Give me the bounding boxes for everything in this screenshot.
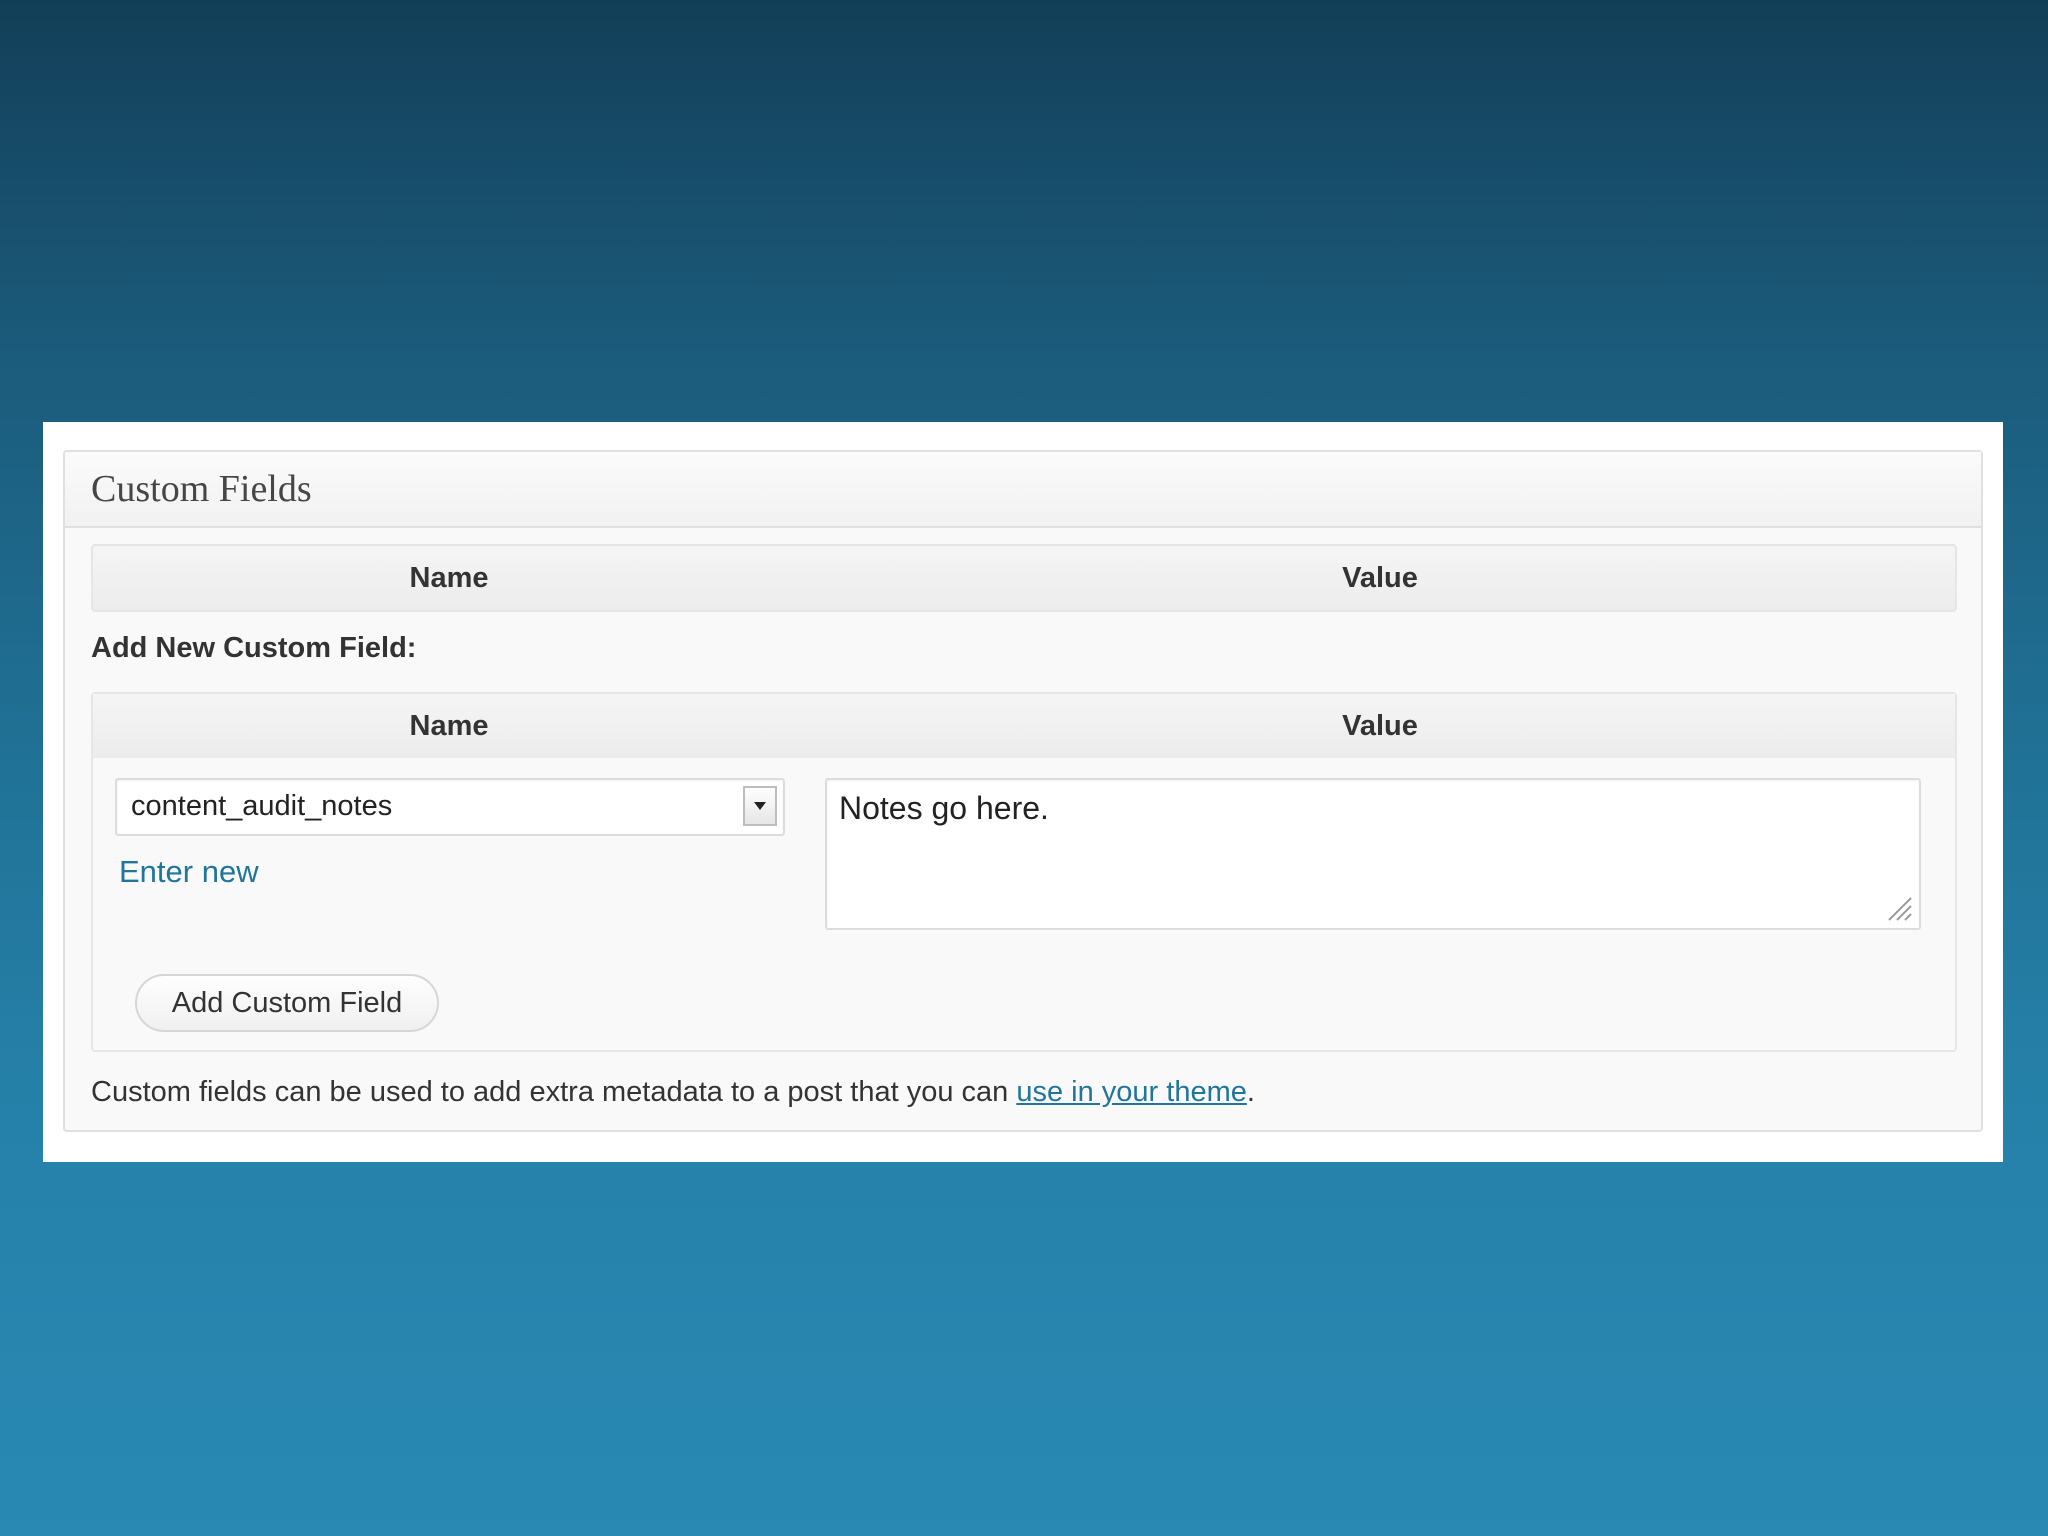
new-value-column-header: Value (1342, 710, 1418, 742)
add-custom-field-button[interactable]: Add Custom Field (135, 974, 439, 1032)
enter-new-link[interactable]: Enter new (119, 854, 259, 890)
chevron-down-icon[interactable] (743, 786, 777, 826)
footer-text: Custom fields can be used to add extra m… (91, 1076, 1009, 1108)
resize-grip-icon[interactable] (1885, 894, 1913, 922)
slide-card: Custom Fields Name Value Add New Custom … (43, 422, 2003, 1162)
existing-fields-table-header: Name Value (91, 544, 1957, 612)
meta-value-text: Notes go here. (839, 790, 1049, 826)
postbox-header: Custom Fields (65, 452, 1981, 528)
meta-key-selected-value: content_audit_notes (131, 790, 393, 822)
meta-key-select[interactable]: content_audit_notes (115, 778, 785, 836)
use-in-your-theme-link[interactable]: use in your theme (1016, 1076, 1247, 1108)
add-new-table-header: Name Value (93, 694, 1955, 758)
add-new-custom-field-label: Add New Custom Field: (91, 632, 417, 664)
postbox-title: Custom Fields (91, 468, 312, 510)
custom-fields-postbox: Custom Fields Name Value Add New Custom … (63, 450, 1983, 1132)
existing-name-column-header: Name (409, 562, 489, 594)
new-name-column-header: Name (409, 710, 489, 742)
meta-value-textarea[interactable]: Notes go here. (825, 778, 1921, 930)
add-new-field-table: Name Value content_audit_notes Enter new… (91, 692, 1957, 1052)
existing-value-column-header: Value (1342, 562, 1418, 594)
footer-note: Custom fields can be used to add extra m… (91, 1076, 1255, 1109)
footer-suffix: . (1246, 1076, 1255, 1108)
